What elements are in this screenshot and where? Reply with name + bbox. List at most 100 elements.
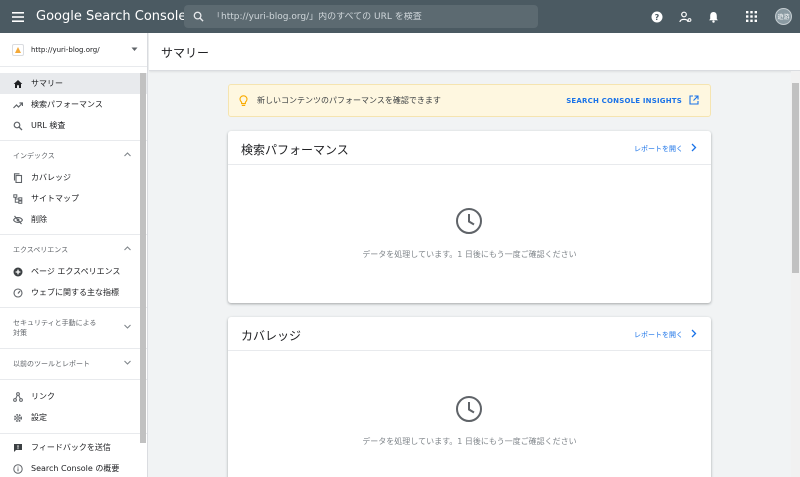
section-experience-header[interactable]: エクスペリエンス xyxy=(0,239,147,261)
sidebar-item-label: 削除 xyxy=(31,215,47,224)
sidebar-item-about[interactable]: Search Console の概要 xyxy=(0,458,147,477)
sidebar-item-feedback[interactable]: フィードバックを送信 xyxy=(0,437,147,458)
trending-up-icon xyxy=(13,101,23,108)
eye-off-icon xyxy=(13,215,23,224)
coverage-card: カバレッジ レポートを開く データを処理しています。1 日後にもう一度ご確認くだ… xyxy=(228,317,711,477)
open-in-new-icon[interactable] xyxy=(689,95,699,105)
card-title: 検索パフォーマンス xyxy=(241,143,349,157)
sidebar-divider xyxy=(0,140,147,141)
search-console-insights-link[interactable]: SEARCH CONSOLE INSIGHTS xyxy=(566,97,682,105)
file-copy-icon xyxy=(13,172,23,183)
feedback-icon xyxy=(14,443,22,452)
hamburger-menu-icon xyxy=(12,11,24,22)
section-index-header[interactable]: インデックス xyxy=(0,145,147,167)
help-icon: ? xyxy=(651,11,663,22)
sidebar-item-settings[interactable]: 設定 xyxy=(0,407,147,428)
notifications-button[interactable] xyxy=(699,0,727,33)
search-icon xyxy=(193,11,204,22)
chevron-down-icon xyxy=(124,360,131,365)
info-icon xyxy=(13,463,23,474)
main-scrollbar[interactable] xyxy=(791,71,800,477)
account-avatar[interactable]: 遊游 xyxy=(775,8,792,25)
sidebar-item-label: Search Console の概要 xyxy=(31,464,120,473)
links-icon xyxy=(13,391,23,402)
processing-message: データを処理しています。1 日後にもう一度ご確認ください xyxy=(362,437,577,446)
sidebar-item-links[interactable]: リンク xyxy=(0,386,147,407)
section-label: インデックス xyxy=(13,152,55,160)
sidebar-item-sitemaps[interactable]: サイトマップ xyxy=(0,188,147,209)
page-title: サマリー xyxy=(161,46,210,60)
sitemap-icon xyxy=(13,193,23,204)
sidebar-item-label: カバレッジ xyxy=(31,173,71,182)
section-legacy-header[interactable]: 以前のツールとレポート xyxy=(0,353,147,375)
sidebar-divider xyxy=(0,307,147,308)
scrollbar-thumb[interactable] xyxy=(792,83,799,273)
svg-text:?: ? xyxy=(655,13,660,22)
section-label: セキュリティと手動による 対策 xyxy=(13,318,96,338)
apps-button[interactable] xyxy=(737,0,765,33)
sidebar-item-removals[interactable]: 削除 xyxy=(0,209,147,230)
chevron-right-icon[interactable] xyxy=(691,329,697,338)
processing-message: データを処理しています。1 日後にもう一度ご確認ください xyxy=(362,250,577,259)
sidebar-item-label: サマリー xyxy=(31,79,63,88)
apps-grid-icon xyxy=(745,11,757,22)
sidebar-item-label: 検索パフォーマンス xyxy=(31,100,103,109)
plus-circle-icon xyxy=(13,267,23,276)
sidebar-item-label: フィードバックを送信 xyxy=(31,443,111,452)
sidebar-item-core-web-vitals[interactable]: ウェブに関する主な指標 xyxy=(0,282,147,303)
sidebar-item-page-experience[interactable]: ページ エクスペリエンス xyxy=(0,261,147,282)
sidebar-item-label: リンク xyxy=(31,392,55,401)
sidebar-divider xyxy=(0,234,147,235)
sidebar-divider xyxy=(0,379,147,380)
section-label-line1: セキュリティと手動による xyxy=(13,319,97,327)
gear-icon xyxy=(13,413,23,422)
sidebar-divider xyxy=(0,348,147,349)
sidebar-item-coverage[interactable]: カバレッジ xyxy=(0,167,147,188)
sidebar-item-url-inspection[interactable]: URL 検査 xyxy=(0,115,147,136)
app-title[interactable]: Google Search Console xyxy=(36,9,186,24)
sidebar-item-label: 設定 xyxy=(31,413,47,422)
sidebar: http://yuri-blog.org/ サマリー 検索パフォーマンス URL… xyxy=(0,33,148,477)
section-security-header[interactable]: セキュリティと手動による 対策 xyxy=(0,312,147,344)
page-header: サマリー xyxy=(149,33,800,71)
sidebar-scrollbar[interactable] xyxy=(140,73,146,443)
open-report-link[interactable]: レポートを開く xyxy=(634,330,683,340)
help-button[interactable]: ? xyxy=(643,0,671,33)
insights-banner: 新しいコンテンツのパフォーマンスを確認できます SEARCH CONSOLE I… xyxy=(228,84,711,117)
clock-icon xyxy=(456,396,482,422)
card-title: カバレッジ xyxy=(241,329,302,343)
clock-icon xyxy=(456,208,482,234)
sidebar-item-performance[interactable]: 検索パフォーマンス xyxy=(0,94,147,115)
home-icon xyxy=(13,79,23,88)
bell-icon xyxy=(708,11,718,23)
chevron-down-icon xyxy=(124,324,131,329)
sidebar-item-label: ウェブに関する主な指標 xyxy=(31,288,119,297)
section-label: 以前のツールとレポート xyxy=(13,360,90,368)
banner-message: 新しいコンテンツのパフォーマンスを確認できます xyxy=(257,96,441,105)
manage-users-button[interactable] xyxy=(671,0,699,33)
url-inspection-search[interactable] xyxy=(184,5,538,28)
top-app-bar: Google Search Console ? 遊游 xyxy=(0,0,800,33)
sidebar-divider xyxy=(0,433,147,434)
caret-down-icon xyxy=(131,47,138,51)
performance-card: 検索パフォーマンス レポートを開く データを処理しています。1 日後にもう一度ご… xyxy=(228,131,711,303)
property-favicon xyxy=(12,43,24,56)
lightbulb-icon xyxy=(239,94,248,106)
search-input[interactable] xyxy=(212,11,512,22)
section-label-line2: 対策 xyxy=(13,329,27,337)
section-label: エクスペリエンス xyxy=(13,246,69,254)
open-report-link[interactable]: レポートを開く xyxy=(634,144,683,154)
main-menu-button[interactable] xyxy=(0,0,36,33)
sidebar-item-label: サイトマップ xyxy=(31,194,79,203)
sidebar-item-label: URL 検査 xyxy=(31,121,66,130)
sidebar-item-label: ページ エクスペリエンス xyxy=(31,267,121,276)
sidebar-item-summary[interactable]: サマリー xyxy=(0,73,147,94)
search-icon xyxy=(13,121,23,130)
gauge-icon xyxy=(13,287,23,298)
manage-accounts-icon xyxy=(678,11,691,22)
chevron-right-icon[interactable] xyxy=(691,143,697,152)
chevron-up-icon xyxy=(124,152,131,157)
chevron-up-icon xyxy=(124,246,131,251)
property-url: http://yuri-blog.org/ xyxy=(31,45,100,54)
property-selector[interactable]: http://yuri-blog.org/ xyxy=(0,33,147,67)
